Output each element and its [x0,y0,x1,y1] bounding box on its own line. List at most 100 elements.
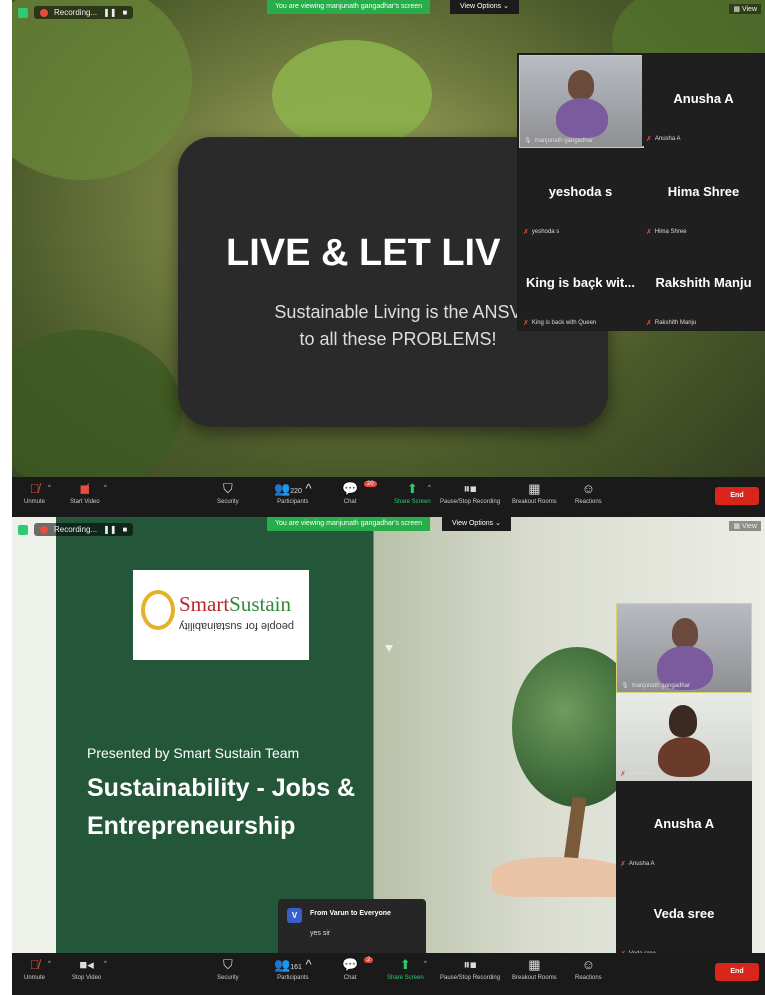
chat-icon: 💬 [342,481,359,496]
audio-options-caret[interactable]: ^ [48,485,51,491]
stop-icon[interactable]: ■ [123,525,128,534]
breakout-rooms-icon: ▦ [528,957,541,972]
shield-icon [18,524,28,535]
participant-name: manjunath gangadhar [631,682,691,689]
pause-icon[interactable]: ❚❚ [103,8,116,17]
pause-stop-icon: ⏸⏹ [463,481,477,496]
participant-tile[interactable]: Rakshith Manju ✗ Rakshith Manju [642,239,765,330]
pause-stop-icon: ⏸⏹ [463,957,477,972]
participants-button[interactable]: 👥220 ^ Participants [274,481,312,505]
view-button[interactable]: ▦ View [729,4,761,14]
video-camera-icon: ■◂ [79,957,94,972]
muted-mic-icon: ✗ [620,861,626,868]
view-button[interactable]: ▦ View [729,521,761,531]
chat-sender: From Varun to Everyone [310,910,391,917]
shield-icon: ⛉ [222,481,233,496]
stop-video-button[interactable]: ■◂ Stop Video [72,957,101,981]
recording-label: Recording... [54,525,98,534]
slide-title: LIVE & LET LIV [226,232,501,274]
muted-mic-icon: ✗ [646,136,652,143]
breakout-rooms-button[interactable]: ▦ Breakout Rooms [512,481,557,505]
share-screen-button[interactable]: ⬆ Share Screen [394,481,431,505]
participant-display-name: Rakshith Manju [655,275,752,290]
reactions-button[interactable]: ☺ Reactions [575,957,602,981]
video-options-caret[interactable]: ^ [104,961,107,967]
end-meeting-button[interactable]: End [715,487,759,505]
grid-icon: ▦ [733,523,742,530]
participant-tile[interactable]: 🎙 manjunath gangadhar [519,55,644,148]
zoom-window-bottom: Recording... ❚❚ ■ You are viewing manjun… [12,517,765,995]
participant-name: Anusha A [654,136,681,142]
view-options-button[interactable]: View Options ⌄ [450,0,519,14]
participants-button[interactable]: 👥161 ^ Participants [274,957,312,981]
muted-mic-icon: ✗ [646,320,652,327]
mouse-cursor [385,645,393,652]
participant-video [672,618,698,648]
chat-badge: 20 [364,481,377,487]
unmute-button[interactable]: 🎙̸ Unmute [24,481,45,505]
zoom-window-top: Recording... ❚❚ ■ You are viewing manjun… [12,0,765,519]
participant-name: yeshoda s [628,771,657,777]
recording-indicator[interactable]: Recording... ❚❚ ■ [18,523,134,536]
grid-icon: ▦ [733,6,742,13]
participants-icon: 👥220 ^ [274,481,312,496]
chat-button[interactable]: 💬 20 Chat [342,481,377,505]
participant-name: yeshoda s [531,229,560,235]
participant-display-name: Anusha A [653,816,715,831]
participants-icon: 👥161 ^ [274,957,312,972]
slide-heading: Sustainability - Jobs & Entrepreneurship [87,774,356,840]
stop-icon[interactable]: ■ [123,8,128,17]
muted-mic-icon: 🎙̸ [29,957,40,972]
video-options-caret[interactable]: ^ [104,485,107,491]
share-options-caret[interactable]: ^ [428,485,431,491]
presented-by-text: Presented by Smart Sustain Team [87,745,300,761]
participant-name: King is back with Queen [531,320,597,326]
muted-mic-icon: ✗ [523,229,529,236]
pause-icon[interactable]: ❚❚ [103,525,116,534]
recording-indicator[interactable]: Recording... ❚❚ ■ [18,6,134,19]
participant-tile[interactable]: 🎙 manjunath gangadhar [616,603,752,693]
recording-label: Recording... [54,8,98,17]
participant-tile[interactable]: Anusha A ✗ Anusha A [616,783,752,871]
participant-tile[interactable]: Hima Shree ✗ Hima Shree [642,148,765,239]
reactions-icon: ☺ [581,481,595,496]
chat-button[interactable]: 💬 2 Chat [342,957,374,981]
muted-mic-icon: ✗ [620,771,626,778]
muted-mic-icon: 🎙̸ [29,481,40,496]
breakout-rooms-button[interactable]: ▦ Breakout Rooms [512,957,557,981]
meeting-top-bar: Recording... ❚❚ ■ You are viewing manjun… [12,0,765,36]
meeting-top-bar: Recording... ❚❚ ■ You are viewing manjun… [12,517,765,553]
view-options-button[interactable]: View Options ⌄ [442,517,511,531]
audio-options-caret[interactable]: ^ [48,961,51,967]
participant-name: Rakshith Manju [654,320,697,326]
shield-icon [18,7,28,18]
end-meeting-button[interactable]: End [715,963,759,981]
reactions-button[interactable]: ☺ Reactions [575,481,602,505]
participant-tile[interactable]: King is baçk wit... ✗ King is back with Q… [519,239,642,330]
participant-tile[interactable]: Veda sree ✗Veda sree [616,873,752,961]
record-icon [40,525,48,534]
smart-sustain-logo: SmartSustain people for sustainability [133,570,309,660]
participant-display-name: Veda sree [653,906,715,921]
share-options-caret[interactable]: ^ [424,961,427,967]
unmute-button[interactable]: 🎙̸ Unmute [24,957,45,981]
security-button[interactable]: ⛉ Security [217,957,239,981]
participant-display-name: Anusha A [673,91,734,106]
video-off-icon: ◼̸ [79,481,91,496]
security-button[interactable]: ⛉ Security [217,481,239,505]
chat-notification[interactable]: V From Varun to Everyone yes sir [278,899,426,957]
share-screen-icon: ⬆ [406,481,418,496]
participant-tile[interactable]: yeshoda s ✗ yeshoda s [519,148,642,239]
shield-icon: ⛉ [222,957,233,972]
pause-stop-recording-button[interactable]: ⏸⏹ Pause/Stop Recording [440,957,500,981]
participant-tile[interactable]: ✗ yeshoda s [616,693,752,781]
participant-display-name: Hima Shree [667,184,740,199]
chat-message: yes sir [310,930,331,937]
participant-tile[interactable]: Anusha A ✗ Anusha A [642,55,765,146]
chat-icon: 💬 [342,957,359,972]
muted-mic-icon: ✗ [523,320,529,327]
share-screen-button[interactable]: ⬆ Share Screen [387,957,424,981]
start-video-button[interactable]: ◼̸ Start Video [70,481,100,505]
participant-video [568,70,594,100]
pause-stop-recording-button[interactable]: ⏸⏹ Pause/Stop Recording [440,481,500,505]
